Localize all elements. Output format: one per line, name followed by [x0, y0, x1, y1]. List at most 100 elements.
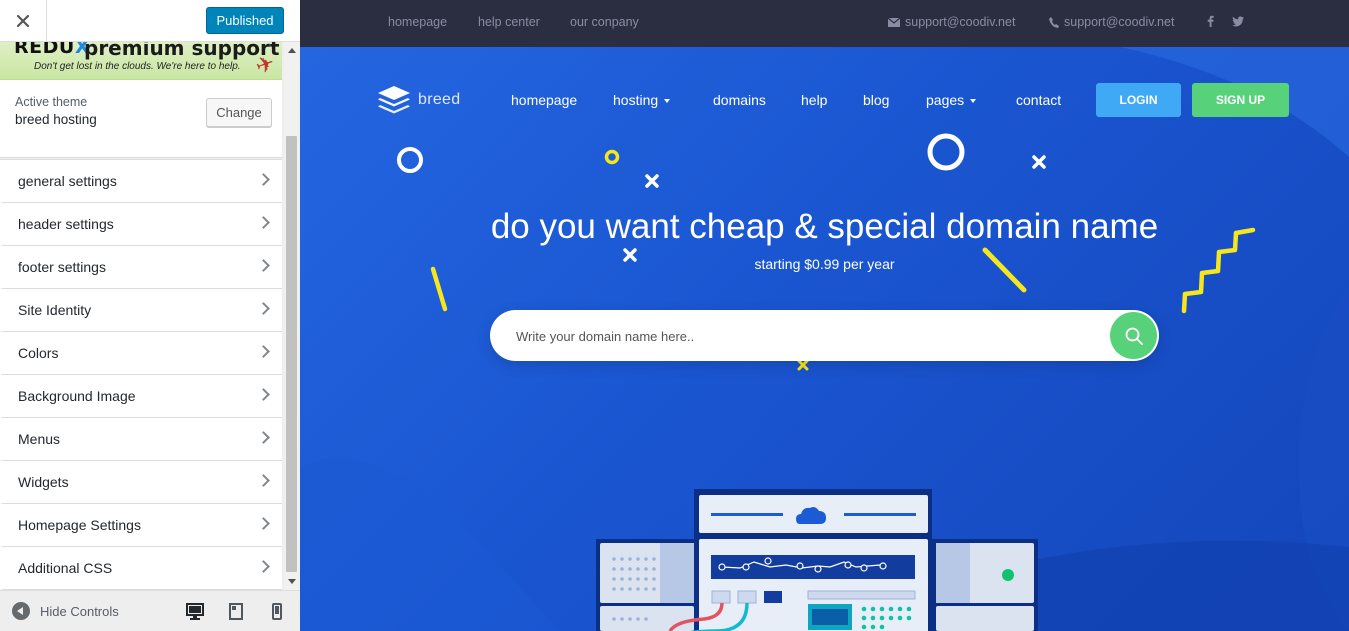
section-widgets[interactable]: Widgets [0, 461, 282, 504]
topbar-email[interactable]: support@coodiv.net [888, 15, 1015, 29]
nav-hosting[interactable]: hosting [613, 92, 671, 108]
chevron-right-icon [257, 216, 270, 229]
chevron-right-icon [257, 517, 270, 530]
phone-icon [1049, 16, 1059, 28]
facebook-link[interactable] [1207, 14, 1214, 32]
hero-title: do you want cheap & special domain name [490, 207, 1159, 246]
active-theme-name: breed hosting [15, 112, 97, 127]
nav-label: help [801, 92, 828, 108]
section-colors[interactable]: Colors [0, 332, 282, 375]
section-label: header settings [18, 216, 114, 232]
customizer-sections: general settings header settings footer … [0, 159, 282, 590]
nav-label: contact [1016, 92, 1062, 108]
chevron-right-icon [257, 431, 270, 444]
line-decoration [430, 266, 448, 312]
scroll-down-arrow-icon[interactable] [288, 579, 296, 584]
facebook-icon [1207, 15, 1214, 27]
banner-title: premium support [84, 42, 280, 60]
desktop-preview-button[interactable] [186, 603, 204, 625]
section-label: Colors [18, 345, 59, 361]
section-label: general settings [18, 173, 117, 189]
hide-controls-button[interactable]: Hide Controls [12, 602, 119, 620]
caret-down-icon [970, 99, 977, 104]
chevron-right-icon [257, 259, 270, 272]
chevron-right-icon [257, 388, 270, 401]
chevron-right-icon [257, 173, 270, 186]
section-label: Homepage Settings [18, 517, 141, 533]
customizer-footer: Hide Controls [0, 590, 300, 631]
mobile-preview-button[interactable] [272, 603, 282, 625]
topbar-phone[interactable]: support@coodiv.net [1049, 15, 1174, 29]
tablet-icon [229, 603, 243, 620]
cross-decoration [1032, 155, 1046, 169]
scroll-up-arrow-icon[interactable] [288, 48, 296, 53]
topbar-link-company[interactable]: our conpany [570, 15, 639, 29]
nav-help[interactable]: help [801, 92, 827, 108]
nav-contact[interactable]: contact [1016, 92, 1061, 108]
close-icon [17, 15, 29, 27]
section-site-identity[interactable]: Site Identity [0, 289, 282, 332]
section-label: Menus [18, 431, 61, 447]
server-illustration [596, 489, 1038, 631]
search-icon [1125, 327, 1143, 345]
sidebar-scrollbar[interactable] [284, 42, 300, 590]
domain-search-box [490, 310, 1159, 361]
scrollbar-thumb[interactable] [286, 136, 297, 572]
circle-decoration [604, 149, 620, 165]
customizer-header: Published [0, 0, 300, 42]
twitter-link[interactable] [1232, 14, 1244, 32]
active-theme-label: Active theme [15, 95, 88, 109]
active-theme-panel: Active theme breed hosting Change [0, 80, 282, 158]
search-button[interactable] [1110, 312, 1157, 359]
phone-text: support@coodiv.net [1064, 15, 1175, 29]
banner-brand: REDUX [14, 42, 90, 58]
tablet-preview-button[interactable] [229, 603, 243, 625]
chevron-right-icon [257, 474, 270, 487]
site-logo[interactable]: breed [376, 85, 460, 115]
section-label: Additional CSS [18, 560, 113, 576]
publish-button[interactable]: Published [206, 7, 284, 34]
close-customizer-button[interactable] [0, 0, 47, 42]
login-button[interactable]: LOGIN [1096, 83, 1181, 117]
cross-decoration [645, 174, 659, 188]
mobile-icon [272, 603, 282, 620]
top-bar: homepage help center our conpany support… [300, 0, 1349, 47]
change-theme-button[interactable]: Change [206, 98, 272, 127]
topbar-link-help-center[interactable]: help center [478, 15, 540, 29]
section-homepage-settings[interactable]: Homepage Settings [0, 504, 282, 547]
banner-tagline: Don't get lost in the clouds. We're here… [34, 61, 241, 72]
chevron-right-icon [257, 560, 270, 573]
hero-section: breed homepage hosting domains help blog… [300, 47, 1349, 631]
support-banner[interactable]: REDUX premium support Don't get lost in … [0, 42, 282, 80]
section-label: footer settings [18, 259, 106, 275]
nav-label: hosting [613, 92, 659, 108]
nav-label: domains [713, 92, 766, 108]
section-additional-css[interactable]: Additional CSS [0, 547, 282, 590]
circle-decoration [397, 147, 423, 173]
topbar-link-homepage[interactable]: homepage [388, 15, 447, 29]
section-footer-settings[interactable]: footer settings [0, 246, 282, 289]
nav-blog[interactable]: blog [863, 92, 889, 108]
caret-down-icon [664, 99, 671, 104]
site-preview: homepage help center our conpany support… [300, 0, 1349, 631]
hide-controls-label: Hide Controls [40, 603, 119, 619]
signup-button[interactable]: SIGN UP [1192, 83, 1289, 117]
brand-name: breed [418, 91, 461, 108]
nav-pages[interactable]: pages [926, 92, 977, 108]
nav-homepage[interactable]: homepage [511, 92, 577, 108]
chevron-right-icon [257, 302, 270, 315]
section-header-settings[interactable]: header settings [0, 203, 282, 246]
section-label: Widgets [18, 474, 69, 490]
section-general-settings[interactable]: general settings [0, 160, 282, 203]
section-menus[interactable]: Menus [0, 418, 282, 461]
desktop-icon [186, 603, 204, 620]
hero-subtitle: starting $0.99 per year [754, 256, 895, 272]
nav-domains[interactable]: domains [713, 92, 766, 108]
email-text: support@coodiv.net [905, 15, 1016, 29]
nav-label: blog [863, 92, 890, 108]
nav-label: homepage [511, 92, 578, 108]
section-background-image[interactable]: Background Image [0, 375, 282, 418]
envelope-icon [888, 17, 900, 27]
domain-search-input[interactable] [516, 325, 1076, 347]
customizer-panel: REDUX premium support Don't get lost in … [0, 42, 284, 590]
